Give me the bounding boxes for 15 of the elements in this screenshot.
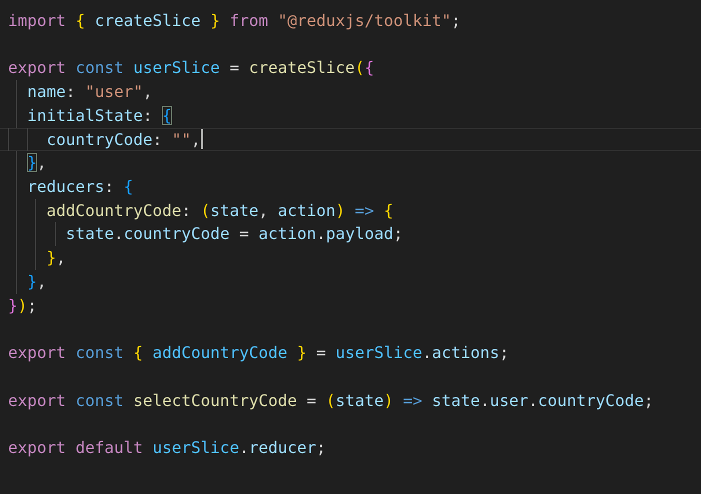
code-line: export const userSlice = createSlice({ [8,57,374,80]
code-line: export const selectCountryCode = (state) => state.user.countryCode; [8,390,654,412]
code-line: export default userSlice.reducer; [8,436,326,459]
code-line: reducers: { [26,176,134,198]
code-line: name: "user", [26,81,152,104]
code-line: addCountryCode: (state, action) => { [46,200,394,222]
code-line: state.countryCode = action.payload; [64,223,403,246]
code-line: initialState: { [26,104,172,127]
code-line: countryCode: "", [46,128,201,151]
code-line: import { createSlice } from "@reduxjs/toolkit"; [8,10,461,32]
code-line: }, [26,270,47,293]
code-line: }); [8,294,37,317]
code-line: }, [46,247,66,270]
code-line: export const { addCountryCode } = userSlice.actions; [8,342,509,364]
code-line: }, [26,152,47,174]
